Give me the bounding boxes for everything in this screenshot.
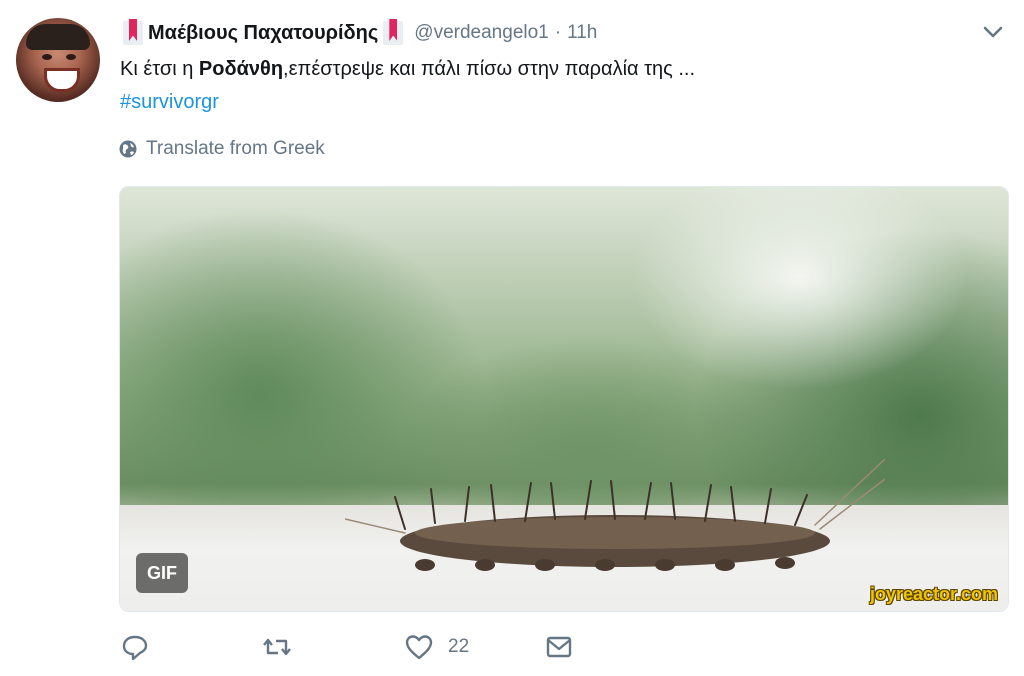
bookmark-flag-icon — [120, 19, 146, 47]
hashtag-link[interactable]: #survivorgr — [120, 91, 219, 114]
avatar-mouth — [44, 68, 80, 92]
separator-dot: · — [554, 22, 562, 43]
tweet-time[interactable]: 11h — [567, 22, 597, 44]
caterpillar-image — [345, 459, 885, 571]
like-button[interactable]: 22 — [404, 632, 469, 662]
tweet-text-part: Κι έτσι η — [120, 58, 199, 80]
translate-link[interactable]: Translate from Greek — [118, 138, 325, 160]
watermark: joyreactor.com — [869, 584, 998, 604]
tweet-text: Κι έτσι η Ροδάνθη,επέστρεψε και πάλι πίσ… — [120, 58, 695, 81]
avatar-eye-left — [42, 54, 52, 60]
tweet-text-part: ,επέστρεψε και πάλι πίσω στην παραλία τη… — [283, 58, 696, 80]
tweet-header: Μαέβιους Παχατουρίδης @verdeangelo1 · 11… — [120, 17, 597, 49]
retweet-icon — [263, 638, 291, 656]
gif-media[interactable]: GIF joyreactor.com — [119, 186, 1009, 612]
reply-button[interactable] — [120, 632, 164, 662]
avatar-eye-right — [66, 54, 76, 60]
retweet-button[interactable] — [262, 632, 306, 662]
direct-message-button[interactable] — [544, 632, 588, 662]
heart-icon — [405, 635, 433, 660]
author-name[interactable]: Μαέβιους Παχατουρίδης — [148, 22, 378, 45]
author-handle[interactable]: @verdeangelo1 — [414, 22, 548, 44]
chevron-down-icon[interactable] — [982, 24, 1004, 40]
tweet-text-bold: Ροδάνθη — [198, 58, 284, 80]
avatar[interactable] — [16, 18, 100, 102]
envelope-icon — [546, 636, 572, 658]
globe-icon — [119, 140, 137, 158]
like-count: 22 — [448, 636, 470, 657]
reply-icon — [122, 635, 148, 661]
gif-badge: GIF — [136, 553, 188, 593]
avatar-hair — [26, 24, 90, 50]
tweet-actions: 22 — [120, 632, 580, 668]
translate-label: Translate from Greek — [146, 138, 325, 159]
bookmark-flag-icon — [380, 19, 406, 47]
